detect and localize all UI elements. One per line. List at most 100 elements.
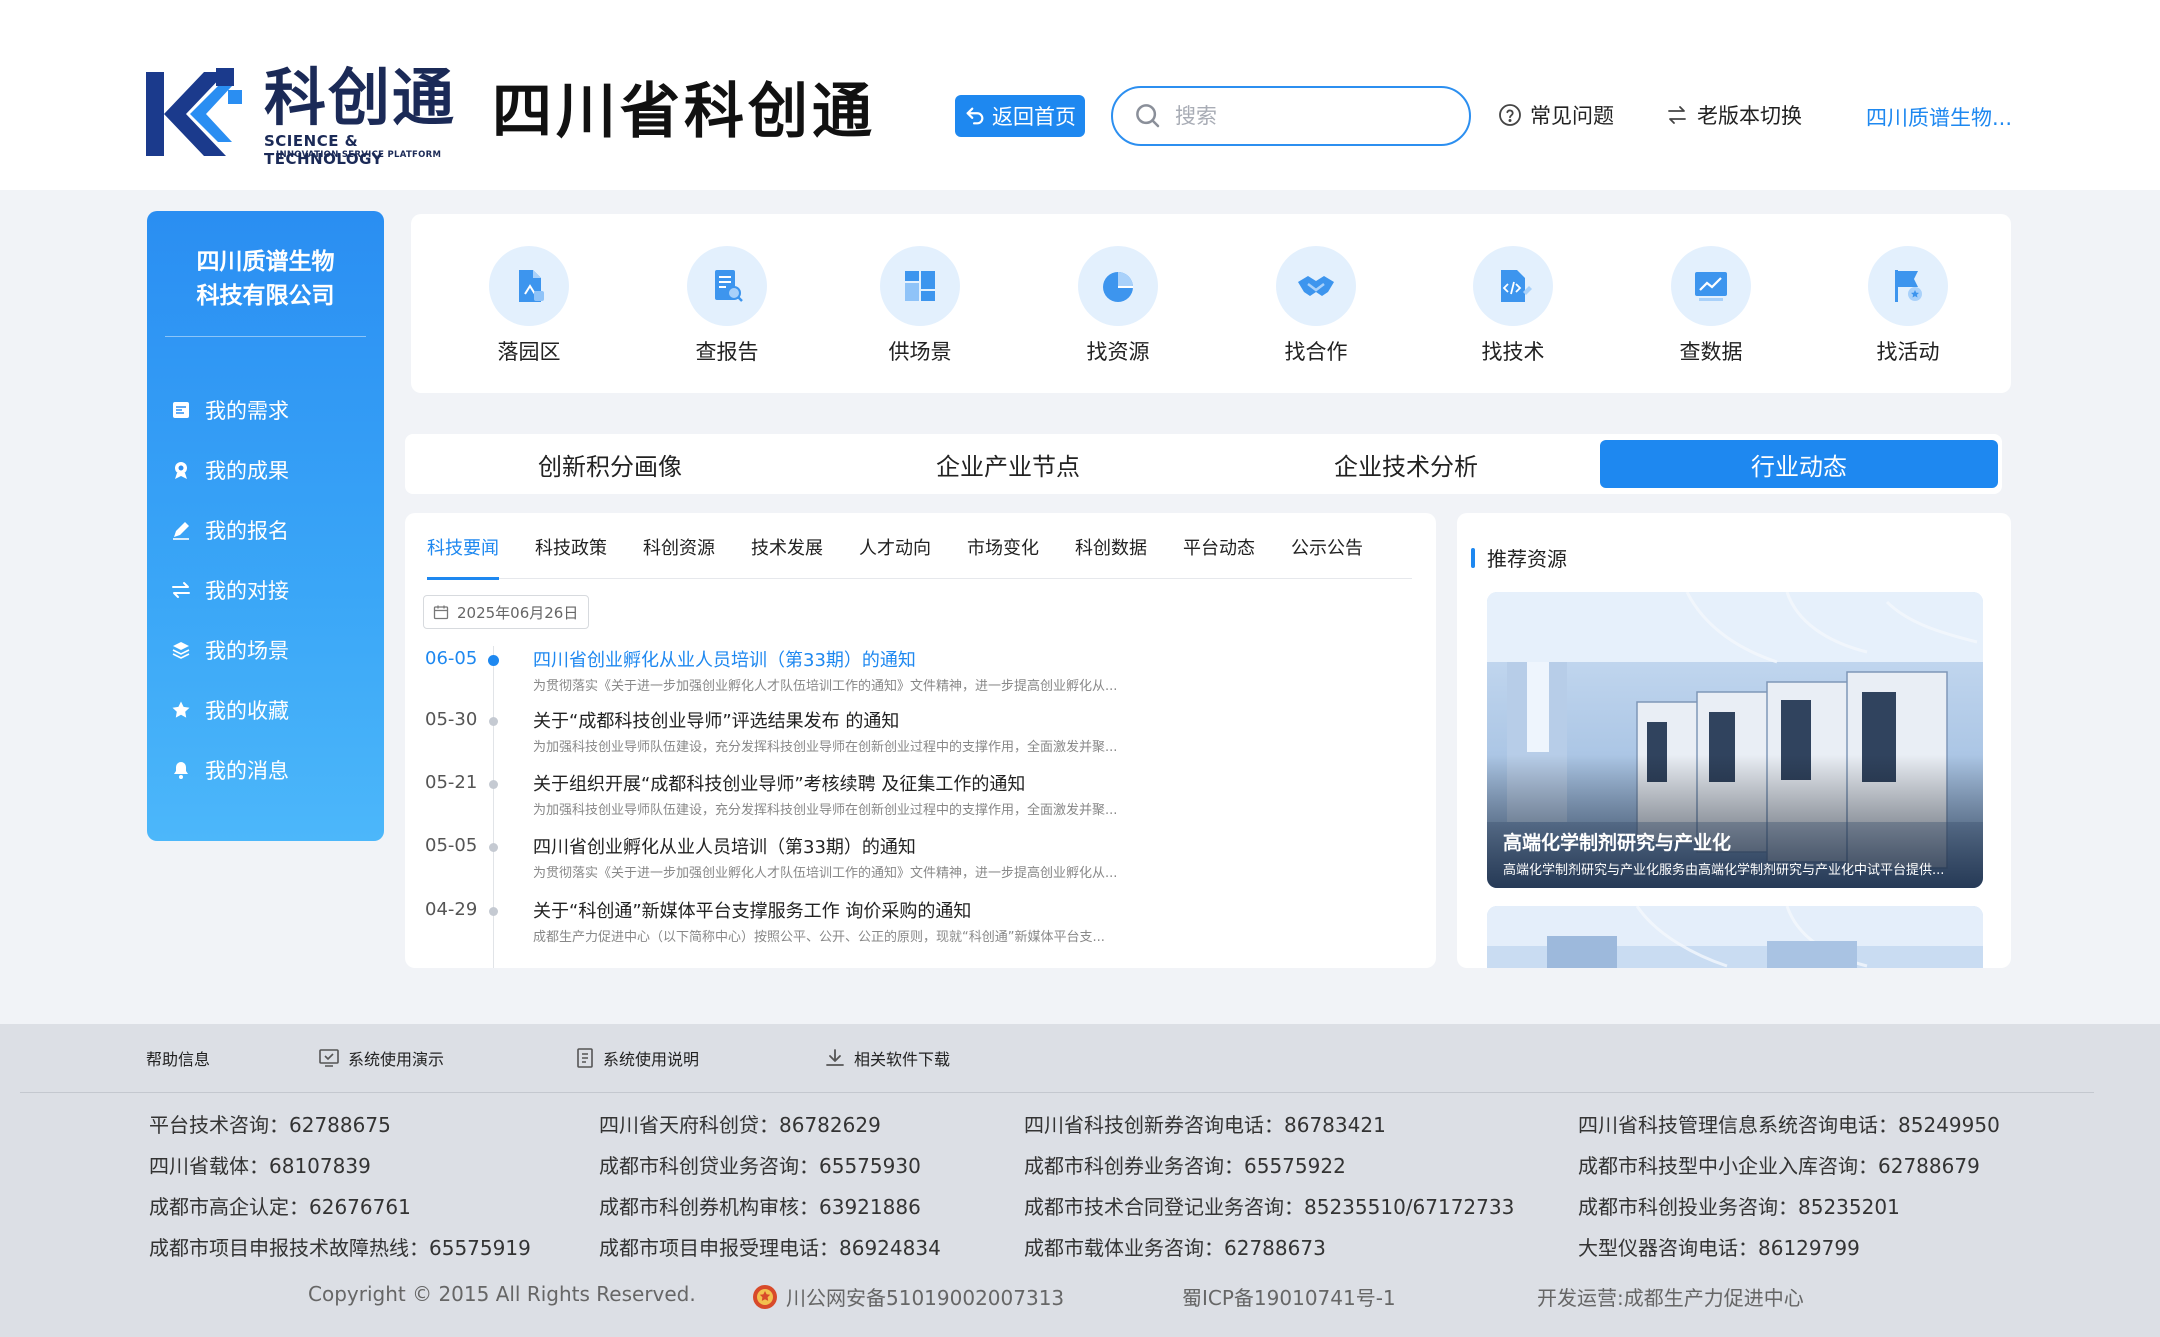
shortcut-resource[interactable]: 找资源 xyxy=(1053,246,1183,366)
shortcut-label: 找技术 xyxy=(1481,340,1545,364)
police-record[interactable]: 川公网安备51019002007313 xyxy=(752,1282,1064,1311)
subtab-tech-news[interactable]: 科技要闻 xyxy=(427,533,499,580)
news-item[interactable]: 06-05 四川省创业孵化从业人员培训（第33期）的通知 为贯彻落实《关于进一步… xyxy=(425,648,1425,708)
sidebar-item-label: 我的报名 xyxy=(205,519,289,543)
sidebar-divider xyxy=(165,336,366,337)
download-icon xyxy=(826,1049,844,1066)
sidebar-item-signup[interactable]: 我的报名 xyxy=(171,515,289,545)
news-title[interactable]: 关于组织开展“成都科技创业导师”考核续聘 及征集工作的通知 xyxy=(533,770,1025,796)
site-title: 四川省科创通 xyxy=(492,77,876,147)
sidebar-item-label: 我的场景 xyxy=(205,639,289,663)
user-account-link[interactable]: 四川质谱生物... xyxy=(1866,102,2012,132)
shortcut-technology[interactable]: 找技术 xyxy=(1448,246,1578,366)
footer-contact-column: 四川省科技创新券咨询电话：86783421 成都市科创券业务咨询：6557592… xyxy=(1024,1110,1514,1274)
police-badge-icon xyxy=(753,1284,777,1309)
timeline-dot xyxy=(489,907,498,916)
subtab-market-change[interactable]: 市场变化 xyxy=(967,533,1039,579)
shortcut-activity[interactable]: 找活动 xyxy=(1843,246,1973,366)
company-name: 四川质谱生物 科技有限公司 xyxy=(147,245,384,313)
footer-tab-help[interactable]: 帮助信息 xyxy=(146,1046,210,1070)
search-box[interactable] xyxy=(1111,86,1471,146)
news-item[interactable]: 05-05 四川省创业孵化从业人员培训（第33期）的通知 为贯彻落实《关于进一步… xyxy=(425,835,1425,895)
shortcut-panel: 落园区 查报告 供场景 找资源 找合作 找技术 查数据 找活动 xyxy=(411,214,2011,393)
resource-card[interactable]: 高端化学制剂研究与产业化 高端化学制剂研究与产业化服务由高端化学制剂研究与产业化… xyxy=(1487,592,1983,888)
timeline-dot xyxy=(489,843,498,852)
news-summary: 为加强科技创业导师队伍建设，充分发挥科技创业导师在创新创业过程中的支撑作用，全面… xyxy=(533,740,1118,755)
subtab-platform-news[interactable]: 平台动态 xyxy=(1183,533,1255,579)
shortcut-label: 查数据 xyxy=(1679,340,1743,364)
contact-line: 成都市科创贷业务咨询：65575930 xyxy=(599,1154,921,1178)
news-date: 05-21 xyxy=(425,772,478,793)
footer-tab-demo[interactable]: 系统使用演示 xyxy=(318,1046,444,1070)
activity-icon xyxy=(1895,270,1922,302)
news-date: 06-05 xyxy=(425,648,478,669)
demo-icon xyxy=(319,1049,339,1067)
tab-tech-analysis[interactable]: 企业技术分析 xyxy=(1207,440,1605,488)
resource-card-partial[interactable] xyxy=(1487,906,1983,968)
sidebar-item-scene[interactable]: 我的场景 xyxy=(171,635,289,665)
icp-record[interactable]: 蜀ICP备19010741号-1 xyxy=(1182,1282,1396,1311)
sidebar-item-achievement[interactable]: 我的成果 xyxy=(171,455,289,485)
logo[interactable]: 科创通 SCIENCE & TECHNOLOGY INNOVATION SERV… xyxy=(146,61,457,168)
header: 科创通 SCIENCE & TECHNOLOGY INNOVATION SERV… xyxy=(0,0,2160,190)
sidebar-item-label: 我的对接 xyxy=(205,579,289,603)
police-record-label: 川公网安备51019002007313 xyxy=(786,1286,1065,1310)
news-date: 05-30 xyxy=(425,709,478,730)
shortcut-label: 查报告 xyxy=(695,340,759,364)
logo-cn-text: 科创通 xyxy=(264,61,457,134)
shortcut-report[interactable]: 查报告 xyxy=(662,246,792,366)
news-title[interactable]: 四川省创业孵化从业人员培训（第33期）的通知 xyxy=(533,833,916,859)
shortcut-cooperation[interactable]: 找合作 xyxy=(1251,246,1381,366)
sidebar-item-demand[interactable]: 我的需求 xyxy=(171,395,289,425)
footer-divider xyxy=(20,1092,2094,1093)
contact-line: 大型仪器咨询电话：86129799 xyxy=(1578,1236,1860,1260)
doc-icon xyxy=(577,1048,593,1068)
star-icon xyxy=(172,701,190,718)
timeline-dot xyxy=(489,780,498,789)
news-title[interactable]: 四川省创业孵化从业人员培训（第33期）的通知 xyxy=(533,646,916,672)
version-switch-link[interactable]: 老版本切换 xyxy=(1665,100,1802,130)
news-item[interactable]: 04-29 关于“科创通”新媒体平台支撑服务工作 询价采购的通知 成都生产力促进… xyxy=(425,899,1425,959)
news-item[interactable]: 05-21 关于组织开展“成都科技创业导师”考核续聘 及征集工作的通知 为加强科… xyxy=(425,772,1425,832)
news-title[interactable]: 关于“成都科技创业导师”评选结果发布 的通知 xyxy=(533,707,899,733)
footer-tab-label: 系统使用说明 xyxy=(603,1050,700,1069)
contact-line: 成都市科创券机构审核：63921886 xyxy=(599,1195,921,1219)
subtab-innovation-resource[interactable]: 科创资源 xyxy=(643,533,715,579)
back-home-button[interactable]: 返回首页 xyxy=(955,95,1085,137)
subtab-innovation-data[interactable]: 科创数据 xyxy=(1075,533,1147,579)
contact-line: 四川省科技创新券咨询电话：86783421 xyxy=(1024,1113,1386,1137)
sidebar-item-label: 我的成果 xyxy=(205,459,289,483)
footer-tab-download[interactable]: 相关软件下载 xyxy=(824,1046,950,1070)
search-input[interactable] xyxy=(1175,104,1435,128)
shortcut-park[interactable]: 落园区 xyxy=(464,246,594,366)
date-filter-value: 2025年06月26日 xyxy=(457,603,579,622)
contact-line: 成都市项目申报技术故障热线：65575919 xyxy=(149,1236,531,1260)
subtab-public-notice[interactable]: 公示公告 xyxy=(1291,533,1363,579)
faq-link[interactable]: 常见问题 xyxy=(1498,100,1614,130)
contact-line: 成都市科创投业务咨询：85235201 xyxy=(1578,1195,1900,1219)
tech-icon xyxy=(1501,270,1532,302)
shortcut-label: 找资源 xyxy=(1086,340,1150,364)
shortcut-data[interactable]: 查数据 xyxy=(1646,246,1776,366)
company-name-line1: 四川质谱生物 xyxy=(196,249,335,275)
footer-tab-label: 帮助信息 xyxy=(146,1050,211,1069)
signup-icon xyxy=(173,522,189,540)
news-title[interactable]: 关于“科创通”新媒体平台支撑服务工作 询价采购的通知 xyxy=(533,897,971,923)
contact-line: 成都市高企认定：62676761 xyxy=(149,1195,411,1219)
news-item[interactable]: 05-30 关于“成都科技创业导师”评选结果发布 的通知 为加强科技创业导师队伍… xyxy=(425,709,1425,769)
contact-line: 成都市科创券业务咨询：65575922 xyxy=(1024,1154,1346,1178)
tab-industry-news[interactable]: 行业动态 xyxy=(1600,440,1998,488)
sidebar-item-favorite[interactable]: 我的收藏 xyxy=(171,695,289,725)
sidebar-item-message[interactable]: 我的消息 xyxy=(171,755,289,785)
subtab-tech-policy[interactable]: 科技政策 xyxy=(535,533,607,579)
shortcut-scene[interactable]: 供场景 xyxy=(855,246,985,366)
tab-industry-node[interactable]: 企业产业节点 xyxy=(809,440,1207,488)
footer-tab-manual[interactable]: 系统使用说明 xyxy=(575,1046,699,1070)
subtab-talent-trend[interactable]: 人才动向 xyxy=(859,533,931,579)
subtab-tech-development[interactable]: 技术发展 xyxy=(751,533,823,579)
copyright-text: Copyright © 2015 All Rights Reserved. xyxy=(308,1282,696,1306)
date-filter[interactable]: 2025年06月26日 xyxy=(423,595,589,629)
sidebar-item-exchange[interactable]: 我的对接 xyxy=(171,575,289,605)
tab-innovation-profile[interactable]: 创新积分画像 xyxy=(411,440,809,488)
sidebar-item-label: 我的收藏 xyxy=(205,699,289,723)
